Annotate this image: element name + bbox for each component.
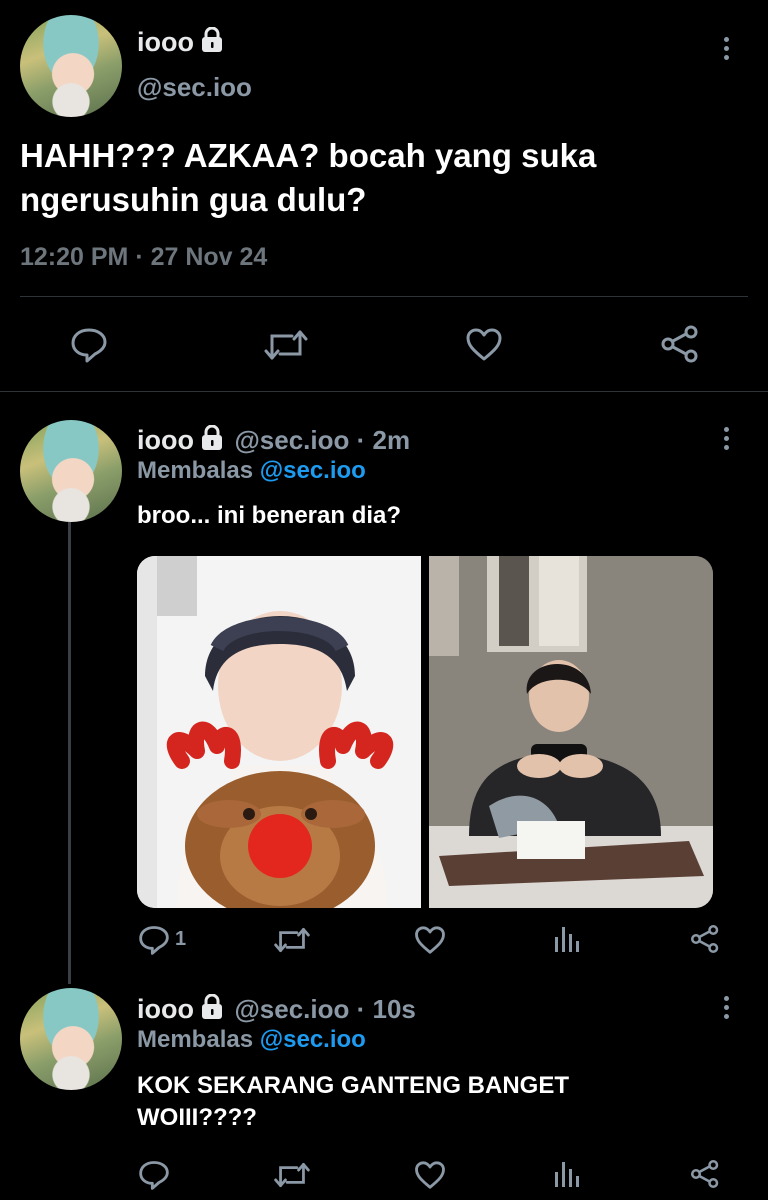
- reply-header: iooo @sec.ioo · 2m: [137, 424, 410, 456]
- like-icon[interactable]: [414, 925, 446, 955]
- replying-to: Membalas @sec.ioo: [137, 457, 366, 485]
- retweet-icon[interactable]: [264, 328, 308, 362]
- tweet-text-line: ngerusuhin gua dulu?: [20, 181, 367, 218]
- reply-header: iooo @sec.ioo · 10s: [137, 993, 416, 1025]
- reply-count: 1: [175, 928, 187, 950]
- lock-icon: [200, 993, 224, 1025]
- share-icon[interactable]: [660, 325, 700, 363]
- divider: [20, 296, 748, 297]
- lock-icon: [200, 424, 224, 456]
- replying-to-link[interactable]: @sec.ioo: [260, 1026, 366, 1053]
- reply-icon[interactable]: [70, 327, 108, 363]
- more-icon[interactable]: [724, 37, 732, 64]
- photo-image: [429, 556, 713, 908]
- analytics-icon[interactable]: [554, 1160, 580, 1188]
- retweet-icon[interactable]: [274, 926, 310, 954]
- avatar[interactable]: [20, 15, 122, 117]
- reply-icon[interactable]: [138, 925, 170, 955]
- author-handle-time[interactable]: @sec.ioo · 2m: [234, 425, 410, 455]
- analytics-icon[interactable]: [554, 925, 580, 953]
- main-author[interactable]: iooo: [137, 26, 224, 58]
- more-icon[interactable]: [724, 427, 732, 454]
- share-icon[interactable]: [690, 1159, 720, 1189]
- replying-prefix: Membalas: [137, 1026, 254, 1053]
- like-icon[interactable]: [465, 327, 503, 362]
- media-photo-2[interactable]: [429, 556, 713, 908]
- like-icon[interactable]: [414, 1160, 446, 1190]
- tweet-text-line: KOK SEKARANG GANTENG BANGET: [137, 1072, 570, 1099]
- section-divider: [0, 391, 768, 392]
- tweet-text: broo... ini beneran dia?: [137, 502, 402, 529]
- replying-to: Membalas @sec.ioo: [137, 1026, 366, 1054]
- avatar[interactable]: [20, 988, 122, 1090]
- author-name[interactable]: iooo: [137, 994, 194, 1024]
- tweet-text-line: HAHH??? AZKAA? bocah yang suka: [20, 137, 597, 174]
- avatar[interactable]: [20, 420, 122, 522]
- tweet-timestamp[interactable]: 12:20 PM · 27 Nov 24: [20, 243, 267, 272]
- media-photo-1[interactable]: [137, 556, 421, 908]
- author-name[interactable]: iooo: [137, 27, 194, 57]
- retweet-icon[interactable]: [274, 1161, 310, 1189]
- thread-line: [68, 522, 71, 984]
- photo-image: [137, 556, 394, 908]
- share-icon[interactable]: [690, 924, 720, 954]
- author-name[interactable]: iooo: [137, 425, 194, 455]
- author-handle[interactable]: @sec.ioo: [137, 72, 252, 103]
- replying-prefix: Membalas: [137, 457, 254, 484]
- author-handle-time[interactable]: @sec.ioo · 10s: [234, 994, 415, 1024]
- reply-icon[interactable]: [138, 1160, 170, 1190]
- more-icon[interactable]: [724, 996, 732, 1023]
- tweet-text: KOK SEKARANG GANTENG BANGET WOIII????: [137, 1070, 569, 1134]
- tweet-text-line: WOIII????: [137, 1104, 257, 1131]
- lock-icon: [200, 26, 224, 58]
- tweet-text: HAHH??? AZKAA? bocah yang suka ngerusuhi…: [20, 134, 740, 222]
- replying-to-link[interactable]: @sec.ioo: [260, 457, 366, 484]
